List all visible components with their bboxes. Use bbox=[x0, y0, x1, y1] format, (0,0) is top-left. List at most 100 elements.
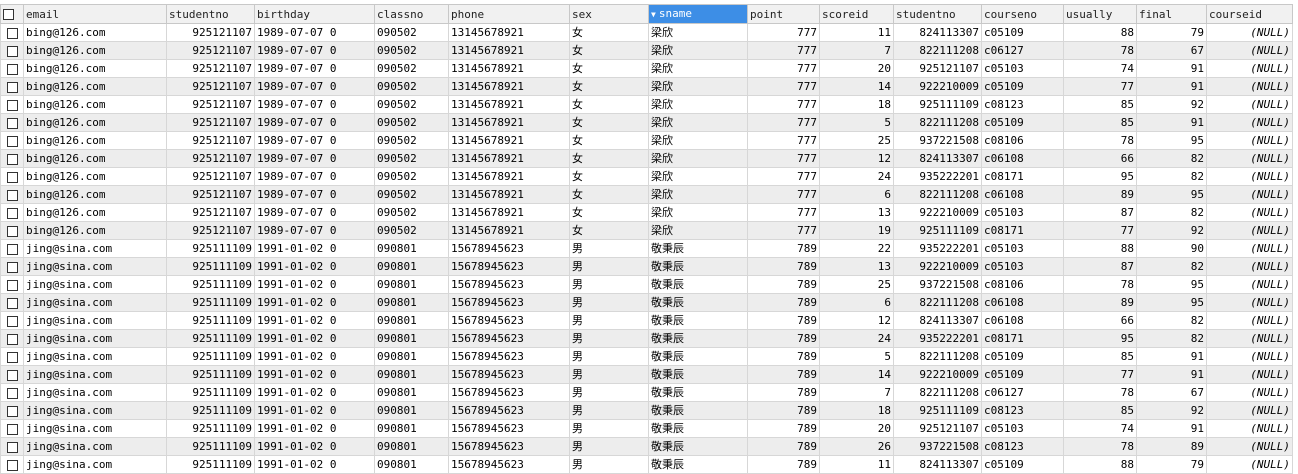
cell-sname[interactable]: 敬秉辰 bbox=[648, 419, 748, 438]
cell-email[interactable]: jing@sina.com bbox=[23, 239, 167, 258]
row-select-checkbox[interactable] bbox=[0, 311, 24, 330]
cell-point[interactable]: 777 bbox=[747, 77, 820, 96]
column-header-sname[interactable]: ▼ sname bbox=[648, 4, 748, 24]
cell-studentno[interactable]: 925111109 bbox=[166, 383, 255, 402]
cell-point[interactable]: 777 bbox=[747, 185, 820, 204]
table-row[interactable]: jing@sina.com 925111109 1991-01-02 0 090801… bbox=[0, 401, 1293, 420]
cell-birthday[interactable]: 1991-01-02 0 bbox=[254, 347, 375, 366]
cell-studentno2[interactable]: 824113307 bbox=[893, 455, 982, 474]
cell-email[interactable]: jing@sina.com bbox=[23, 311, 167, 330]
cell-classno[interactable]: 090502 bbox=[374, 221, 449, 240]
cell-scoreid[interactable]: 14 bbox=[819, 365, 894, 384]
column-header-email[interactable]: email bbox=[23, 4, 167, 24]
cell-scoreid[interactable]: 11 bbox=[819, 455, 894, 474]
cell-sex[interactable]: 男 bbox=[569, 293, 649, 312]
cell-usually[interactable]: 74 bbox=[1063, 419, 1137, 438]
table-row[interactable]: jing@sina.com 925111109 1991-01-02 0 090801… bbox=[0, 365, 1293, 384]
cell-final[interactable]: 95 bbox=[1136, 293, 1207, 312]
cell-sex[interactable]: 男 bbox=[569, 275, 649, 294]
cell-scoreid[interactable]: 24 bbox=[819, 167, 894, 186]
cell-classno[interactable]: 090801 bbox=[374, 275, 449, 294]
cell-final[interactable]: 67 bbox=[1136, 41, 1207, 60]
cell-sname[interactable]: 敬秉辰 bbox=[648, 311, 748, 330]
cell-studentno[interactable]: 925121107 bbox=[166, 95, 255, 114]
cell-studentno[interactable]: 925121107 bbox=[166, 149, 255, 168]
cell-courseid[interactable]: (NULL) bbox=[1206, 347, 1293, 366]
cell-final[interactable]: 79 bbox=[1136, 455, 1207, 474]
cell-studentno[interactable]: 925121107 bbox=[166, 23, 255, 42]
cell-sname[interactable]: 梁欣 bbox=[648, 185, 748, 204]
cell-email[interactable]: jing@sina.com bbox=[23, 455, 167, 474]
cell-studentno[interactable]: 925111109 bbox=[166, 275, 255, 294]
cell-courseno[interactable]: c05103 bbox=[981, 419, 1064, 438]
cell-studentno[interactable]: 925111109 bbox=[166, 437, 255, 456]
cell-sex[interactable]: 男 bbox=[569, 239, 649, 258]
cell-point[interactable]: 789 bbox=[747, 239, 820, 258]
cell-usually[interactable]: 78 bbox=[1063, 437, 1137, 456]
cell-email[interactable]: bing@126.com bbox=[23, 185, 167, 204]
cell-final[interactable]: 91 bbox=[1136, 59, 1207, 78]
cell-courseid[interactable]: (NULL) bbox=[1206, 113, 1293, 132]
row-select-checkbox[interactable] bbox=[0, 41, 24, 60]
cell-sex[interactable]: 女 bbox=[569, 113, 649, 132]
cell-studentno2[interactable]: 925121107 bbox=[893, 419, 982, 438]
cell-final[interactable]: 95 bbox=[1136, 275, 1207, 294]
cell-sname[interactable]: 敬秉辰 bbox=[648, 275, 748, 294]
cell-usually[interactable]: 88 bbox=[1063, 23, 1137, 42]
column-header-classno[interactable]: classno bbox=[374, 4, 449, 24]
cell-classno[interactable]: 090502 bbox=[374, 23, 449, 42]
column-header-studentno2[interactable]: studentno bbox=[893, 4, 982, 24]
cell-email[interactable]: bing@126.com bbox=[23, 23, 167, 42]
cell-sex[interactable]: 女 bbox=[569, 23, 649, 42]
cell-email[interactable]: jing@sina.com bbox=[23, 329, 167, 348]
cell-sname[interactable]: 敬秉辰 bbox=[648, 239, 748, 258]
cell-sname[interactable]: 敬秉辰 bbox=[648, 365, 748, 384]
cell-scoreid[interactable]: 24 bbox=[819, 329, 894, 348]
table-row[interactable]: jing@sina.com 925111109 1991-01-02 0 090801… bbox=[0, 347, 1293, 366]
cell-classno[interactable]: 090801 bbox=[374, 419, 449, 438]
cell-courseid[interactable]: (NULL) bbox=[1206, 275, 1293, 294]
table-row[interactable]: jing@sina.com 925111109 1991-01-02 0 090801… bbox=[0, 419, 1293, 438]
select-all-checkbox[interactable] bbox=[0, 4, 24, 24]
column-header-point[interactable]: point bbox=[747, 4, 820, 24]
cell-courseno[interactable]: c05103 bbox=[981, 203, 1064, 222]
cell-scoreid[interactable]: 13 bbox=[819, 203, 894, 222]
table-row[interactable]: bing@126.com 925121107 1989-07-07 0 090502 1… bbox=[0, 95, 1293, 114]
cell-studentno2[interactable]: 922210009 bbox=[893, 257, 982, 276]
cell-sex[interactable]: 女 bbox=[569, 167, 649, 186]
cell-usually[interactable]: 78 bbox=[1063, 275, 1137, 294]
cell-courseno[interactable]: c06127 bbox=[981, 383, 1064, 402]
cell-classno[interactable]: 090502 bbox=[374, 77, 449, 96]
table-row[interactable]: jing@sina.com 925111109 1991-01-02 0 090801… bbox=[0, 329, 1293, 348]
cell-point[interactable]: 789 bbox=[747, 455, 820, 474]
cell-birthday[interactable]: 1991-01-02 0 bbox=[254, 383, 375, 402]
cell-email[interactable]: jing@sina.com bbox=[23, 401, 167, 420]
cell-phone[interactable]: 13145678921 bbox=[448, 41, 570, 60]
table-row[interactable]: bing@126.com 925121107 1989-07-07 0 090502 1… bbox=[0, 77, 1293, 96]
cell-point[interactable]: 789 bbox=[747, 383, 820, 402]
cell-courseno[interactable]: c08123 bbox=[981, 95, 1064, 114]
cell-birthday[interactable]: 1991-01-02 0 bbox=[254, 401, 375, 420]
cell-courseno[interactable]: c08123 bbox=[981, 437, 1064, 456]
cell-final[interactable]: 91 bbox=[1136, 365, 1207, 384]
cell-courseid[interactable]: (NULL) bbox=[1206, 455, 1293, 474]
cell-sex[interactable]: 男 bbox=[569, 311, 649, 330]
table-row[interactable]: jing@sina.com 925111109 1991-01-02 0 090801… bbox=[0, 239, 1293, 258]
cell-point[interactable]: 789 bbox=[747, 401, 820, 420]
cell-final[interactable]: 82 bbox=[1136, 311, 1207, 330]
column-header-studentno[interactable]: studentno bbox=[166, 4, 255, 24]
cell-courseid[interactable]: (NULL) bbox=[1206, 221, 1293, 240]
cell-courseno[interactable]: c06108 bbox=[981, 185, 1064, 204]
cell-classno[interactable]: 090801 bbox=[374, 455, 449, 474]
cell-studentno2[interactable]: 935222201 bbox=[893, 239, 982, 258]
cell-sex[interactable]: 女 bbox=[569, 77, 649, 96]
cell-phone[interactable]: 15678945623 bbox=[448, 275, 570, 294]
cell-phone[interactable]: 15678945623 bbox=[448, 437, 570, 456]
cell-sex[interactable]: 男 bbox=[569, 347, 649, 366]
row-select-checkbox[interactable] bbox=[0, 149, 24, 168]
cell-sex[interactable]: 男 bbox=[569, 419, 649, 438]
row-select-checkbox[interactable] bbox=[0, 95, 24, 114]
table-row[interactable]: bing@126.com 925121107 1989-07-07 0 090502 1… bbox=[0, 41, 1293, 60]
cell-email[interactable]: bing@126.com bbox=[23, 203, 167, 222]
cell-studentno[interactable]: 925111109 bbox=[166, 365, 255, 384]
